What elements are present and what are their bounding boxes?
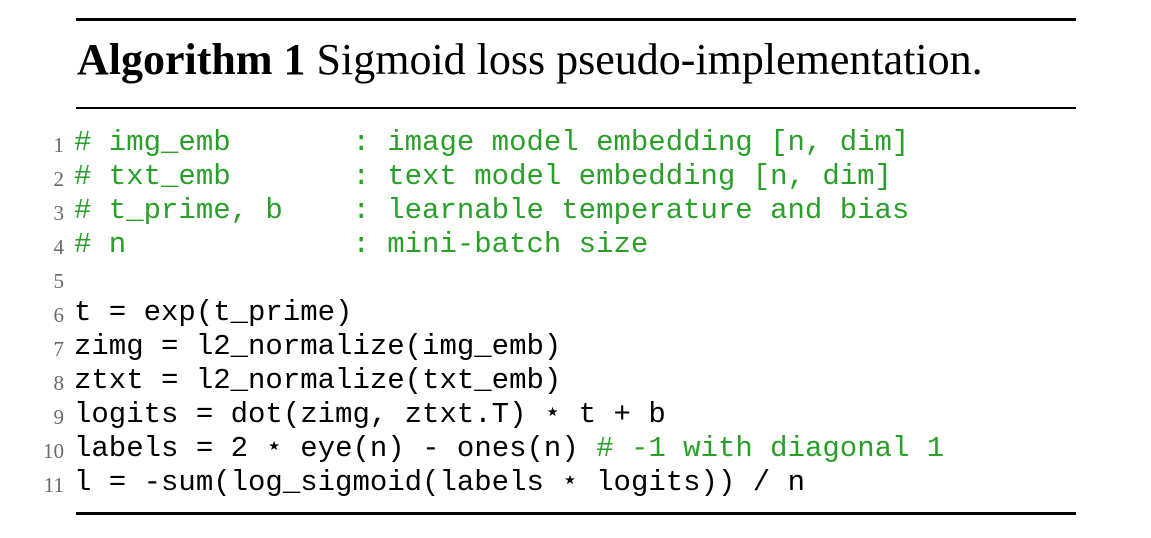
- code-line: 6 t = exp(t_prime): [0, 296, 1151, 330]
- top-rule: [76, 18, 1076, 21]
- code-line: 4 # n : mini-batch size: [0, 228, 1151, 262]
- line-source: l = -sum(log_sigmoid(labels ⋆ logits)) /…: [74, 466, 805, 500]
- line-number: 5: [53, 269, 65, 293]
- code-line: 5: [0, 262, 1151, 296]
- code-comment: # n : mini-batch size: [74, 228, 649, 261]
- code-line: 8 ztxt = l2_normalize(txt_emb): [0, 364, 1151, 398]
- line-number: 3: [53, 201, 65, 225]
- bottom-rule: [76, 512, 1076, 515]
- line-source: zimg = l2_normalize(img_emb): [74, 330, 561, 364]
- algorithm-caption: Sigmoid loss pseudo-implementation.: [305, 35, 983, 84]
- line-source: # n : mini-batch size: [74, 228, 648, 262]
- code-line: 2 # txt_emb : text model embedding [n, d…: [0, 160, 1151, 194]
- code-text: zimg = l2_normalize(img_emb): [74, 330, 562, 363]
- code-text: t = exp(t_prime): [74, 296, 353, 329]
- code-line: 3 # t_prime, b : learnable temperature a…: [0, 194, 1151, 228]
- code-line: 7 zimg = l2_normalize(img_emb): [0, 330, 1151, 364]
- line-source: # img_emb : image model embedding [n, di…: [74, 126, 909, 160]
- code-text: l = -sum(log_sigmoid(labels ⋆ logits)) /…: [74, 466, 805, 499]
- line-source: ztxt = l2_normalize(txt_emb): [74, 364, 561, 398]
- line-number: 7: [53, 337, 65, 361]
- line-number: 8: [53, 371, 65, 395]
- line-source: logits = dot(zimg, ztxt.T) ⋆ t + b: [74, 398, 666, 432]
- line-number: 9: [53, 405, 65, 429]
- code-listing: 1 # img_emb : image model embedding [n, …: [0, 126, 1151, 500]
- code-text: ztxt = l2_normalize(txt_emb): [74, 364, 562, 397]
- code-line: 10 labels = 2 ⋆ eye(n) - ones(n) # -1 wi…: [0, 432, 1151, 466]
- code-line: 1 # img_emb : image model embedding [n, …: [0, 126, 1151, 160]
- line-number: 6: [53, 303, 65, 327]
- line-number: 2: [53, 167, 65, 191]
- line-source: # txt_emb : text model embedding [n, dim…: [74, 160, 892, 194]
- code-comment: # txt_emb : text model embedding [n, dim…: [74, 160, 892, 193]
- code-text: labels = 2 ⋆ eye(n) - ones(n): [74, 432, 597, 465]
- code-line: 11 l = -sum(log_sigmoid(labels ⋆ logits)…: [0, 466, 1151, 500]
- code-comment: # t_prime, b : learnable temperature and…: [74, 194, 910, 227]
- code-comment: # -1 with diagonal 1: [596, 432, 945, 465]
- line-number: 11: [43, 473, 64, 497]
- line-number: 1: [53, 133, 65, 157]
- algorithm-title: Algorithm 1 Sigmoid loss pseudo-implemen…: [77, 26, 983, 94]
- line-number: 10: [43, 439, 64, 463]
- code-line: 9 logits = dot(zimg, ztxt.T) ⋆ t + b: [0, 398, 1151, 432]
- algorithm-label: Algorithm 1: [77, 35, 306, 84]
- line-source: t = exp(t_prime): [74, 296, 352, 330]
- line-source: # t_prime, b : learnable temperature and…: [74, 194, 909, 228]
- line-source: labels = 2 ⋆ eye(n) - ones(n) # -1 with …: [74, 432, 944, 466]
- title-rule: [76, 107, 1076, 109]
- code-text: logits = dot(zimg, ztxt.T) ⋆ t + b: [74, 398, 666, 431]
- code-comment: # img_emb : image model embedding [n, di…: [74, 126, 910, 159]
- line-number: 4: [53, 235, 65, 259]
